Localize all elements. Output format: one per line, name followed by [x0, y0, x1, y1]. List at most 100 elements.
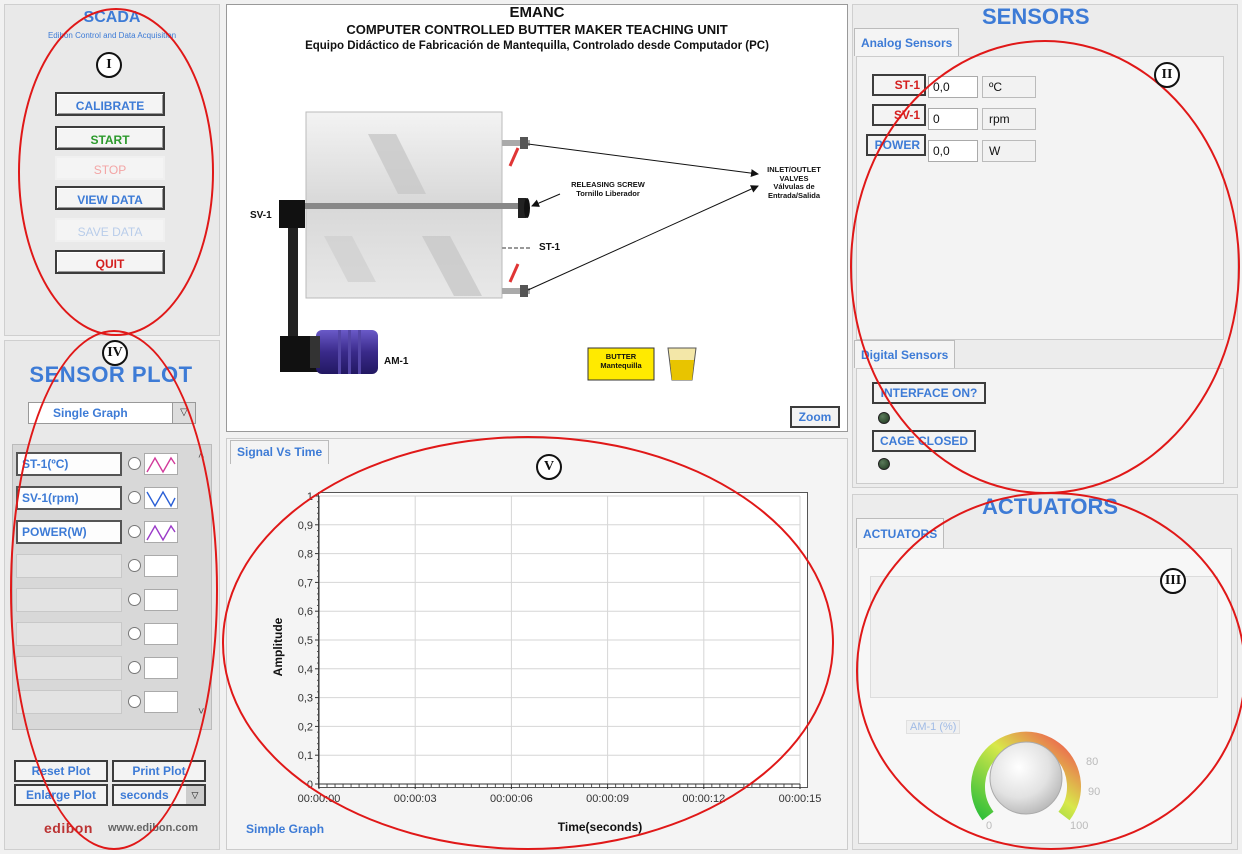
butter-maker-diagram — [279, 111, 759, 381]
butter-label-en: BUTTER — [605, 352, 637, 361]
am1-diagram-label: AM-1 — [384, 356, 409, 367]
x-tick-label: 00:00:06 — [490, 793, 533, 805]
analog-power-value: 0,0 — [928, 140, 978, 162]
x-tick-label: 00:00:15 — [779, 793, 822, 805]
calibrate-button[interactable]: CALIBRATE — [55, 92, 165, 116]
analog-power-unit: W — [982, 140, 1036, 162]
legend-item-empty[interactable] — [16, 622, 196, 648]
knob-tick-90: 90 — [1088, 786, 1101, 798]
graph-mode-value: Single Graph — [53, 406, 128, 420]
scroll-down-icon[interactable]: ˅ — [198, 706, 204, 718]
digital-interface-label[interactable]: INTERFACE ON? — [872, 382, 986, 404]
scada-subtitle: Edibon Control and Data Acquisition — [47, 31, 177, 40]
quit-button[interactable]: QUIT — [55, 250, 165, 274]
knob-label: AM-1 (%) — [906, 720, 961, 734]
print-plot-button[interactable]: Print Plot — [112, 760, 206, 782]
analog-st1-unit: ºC — [982, 76, 1036, 98]
chevron-down-icon[interactable]: ▽ — [172, 403, 195, 423]
diagram-title: EMANC — [509, 4, 565, 21]
legend-item-empty[interactable] — [16, 554, 196, 580]
scada-title: SCADA — [83, 9, 141, 26]
sv1-diagram-label: SV-1 — [250, 210, 272, 221]
sensor-plot-title: SENSOR PLOT — [29, 362, 193, 387]
digital-cage-label[interactable]: CAGE CLOSED — [872, 430, 976, 452]
time-units-select[interactable]: seconds ▽ — [112, 784, 206, 806]
legend-item-empty[interactable] — [16, 656, 196, 682]
screw-label-en: RELEASING SCREW — [571, 180, 645, 189]
x-tick-label: 00:00:12 — [682, 793, 725, 805]
x-axis-label: Time(seconds) — [557, 820, 643, 834]
y-tick-label: 0,9 — [298, 520, 313, 532]
zoom-button[interactable]: Zoom — [790, 406, 840, 428]
chevron-down-icon[interactable]: ▽ — [186, 786, 204, 804]
legend-radio[interactable] — [128, 661, 141, 674]
screw-label-es: Tornillo Liberador — [576, 189, 640, 198]
legend-radio[interactable] — [128, 491, 141, 504]
legend-item[interactable]: SV-1(rpm) — [16, 486, 196, 512]
annotation-marker-iv: IV — [102, 340, 128, 366]
legend-radio[interactable] — [128, 559, 141, 572]
annotation-marker-i: I — [96, 52, 122, 78]
cage-led — [878, 458, 890, 470]
start-button[interactable]: START — [55, 126, 165, 150]
legend-item[interactable]: ST-1(ºC) — [16, 452, 196, 478]
graph-mode-select[interactable]: Single Graph ▽ — [28, 402, 196, 424]
legend-item[interactable]: POWER(W) — [16, 520, 196, 546]
legend-item-empty[interactable] — [16, 588, 196, 614]
analog-st1-value: 0,0 — [928, 76, 978, 98]
annotation-marker-iii: III — [1160, 568, 1186, 594]
edibon-url: www.edibon.com — [108, 822, 199, 834]
legend-radio[interactable] — [128, 525, 141, 538]
y-tick-label: 1 — [307, 491, 313, 503]
knob-tick-80: 80 — [1086, 756, 1099, 768]
y-tick-label: 0,3 — [298, 693, 313, 705]
reset-plot-button[interactable]: Reset Plot — [14, 760, 108, 782]
legend-radio[interactable] — [128, 695, 141, 708]
legend-item-label: ST-1(ºC) — [16, 452, 122, 476]
valves-label: INLET/OUTLET VALVES Válvulas de Entrada/… — [752, 165, 836, 200]
time-units-value: seconds — [120, 788, 169, 802]
st1-diagram-label: ST-1 — [539, 242, 561, 253]
tab-analog-sensors[interactable]: Analog Sensors — [854, 28, 960, 56]
legend-swatch — [144, 521, 178, 543]
y-tick-label: 0,2 — [298, 721, 313, 733]
x-tick-label: 00:00:03 — [394, 793, 437, 805]
tab-digital-sensors[interactable]: Digital Sensors — [854, 340, 956, 368]
analog-sv1-unit: rpm — [982, 108, 1036, 130]
y-tick-label: 0,1 — [298, 750, 313, 762]
y-tick-label: 0 — [307, 779, 313, 791]
butter-label: BUTTER Mantequilla — [588, 352, 654, 370]
legend-swatch — [144, 487, 178, 509]
y-tick-label: 0,6 — [298, 606, 313, 618]
x-tick-label: 00:00:00 — [298, 793, 341, 805]
y-axis-label: Amplitude — [271, 617, 285, 677]
analog-sensors-box — [856, 56, 1224, 340]
screw-label: RELEASING SCREW Tornillo Liberador — [560, 180, 656, 198]
actuators-title: ACTUATORS — [982, 494, 1119, 519]
stop-button[interactable]: STOP — [55, 156, 165, 180]
legend-radio[interactable] — [128, 627, 141, 640]
view-data-button[interactable]: VIEW DATA — [55, 186, 165, 210]
legend-radio[interactable] — [128, 457, 141, 470]
analog-st1-label[interactable]: ST-1 — [872, 74, 926, 96]
y-tick-label: 0,4 — [298, 664, 313, 676]
diagram-subtitle-es: Equipo Didáctico de Fabricación de Mante… — [305, 40, 769, 52]
legend-item-label: SV-1(rpm) — [16, 486, 122, 510]
interface-led — [878, 412, 890, 424]
analog-power-label[interactable]: POWER — [866, 134, 926, 156]
diagram-subtitle: COMPUTER CONTROLLED BUTTER MAKER TEACHIN… — [346, 22, 728, 37]
actuators-inner-box — [870, 576, 1218, 698]
tab-signal-vs-time[interactable]: Signal Vs Time — [230, 440, 330, 464]
knob-tick-100: 100 — [1070, 820, 1089, 832]
save-data-button[interactable]: SAVE DATA — [55, 218, 165, 242]
butter-label-es: Mantequilla — [600, 361, 642, 370]
tab-actuators[interactable]: ACTUATORS — [856, 518, 945, 548]
enlarge-plot-button[interactable]: Enlarge Plot — [14, 784, 108, 806]
scroll-up-icon[interactable]: ˄ — [198, 450, 204, 462]
analog-sv1-label[interactable]: SV-1 — [872, 104, 926, 126]
legend-radio[interactable] — [128, 593, 141, 606]
legend-item-empty[interactable] — [16, 690, 196, 716]
analog-sv1-value: 0 — [928, 108, 978, 130]
y-tick-label: 0,7 — [298, 577, 313, 589]
x-tick-label: 00:00:09 — [586, 793, 629, 805]
